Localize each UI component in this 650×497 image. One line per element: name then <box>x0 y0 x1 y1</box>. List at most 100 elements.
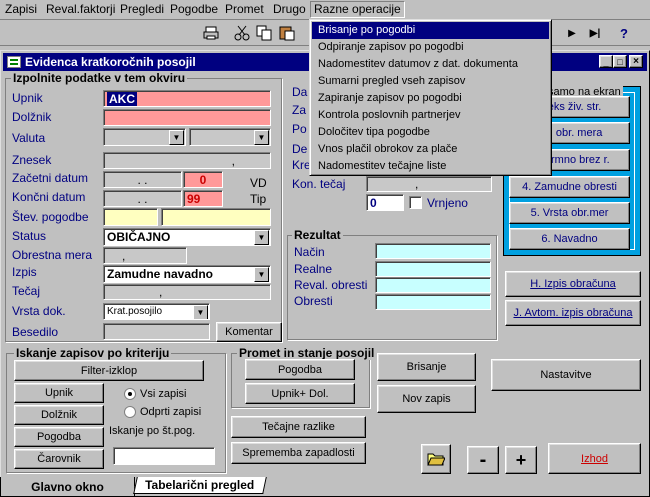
menu-item-brisanje-po-pogodbi[interactable]: Brisanje po pogodbi <box>312 22 549 39</box>
label-besedilo: Besedilo <box>12 325 59 339</box>
cut-icon[interactable] <box>232 23 252 43</box>
upnik-field[interactable]: AKC <box>103 90 271 107</box>
chevron-down-icon[interactable]: ▼ <box>254 267 269 282</box>
promet-title: Promet in stanje posojil <box>237 346 377 360</box>
menu-pogodbe[interactable]: Pogodbe <box>167 2 221 18</box>
next-record-icon[interactable]: ▶ <box>562 23 582 43</box>
zamudne-obresti-button[interactable]: 4. Zamudne obresti <box>509 176 630 198</box>
menu-zapisi[interactable]: Zapisi <box>2 2 40 18</box>
status-select[interactable]: OBIČAJNO ▼ <box>103 228 271 246</box>
open-folder-button[interactable] <box>421 444 451 474</box>
menu-item-nadomestitev-datumov[interactable]: Nadomestitev datumov z dat. dokumenta <box>312 56 549 73</box>
menu-item-vnos-placil[interactable]: Vnos plačil obrokov za plače <box>312 141 549 158</box>
menubar: Zapisi Reval.faktorji Pregledi Pogodbe P… <box>0 0 650 20</box>
chevron-down-icon[interactable]: ▼ <box>254 130 269 145</box>
menu-item-odpiranje[interactable]: Odpiranje zapisov po pogodbi <box>312 39 549 56</box>
tab-glavno-okno[interactable]: Glavno okno <box>0 477 135 497</box>
label-dolznik: Dolžnik <box>12 110 52 124</box>
pogodba-promet-button[interactable]: Pogodba <box>245 359 355 380</box>
zacetni-num-field[interactable]: 0 <box>183 171 223 188</box>
printer-icon[interactable] <box>201 23 221 43</box>
znesek-field[interactable]: , <box>103 152 271 169</box>
reval-obresti-field[interactable] <box>375 277 491 293</box>
izhod-button[interactable]: Izhod <box>548 443 641 474</box>
nacin-field[interactable] <box>375 243 491 259</box>
plus-button[interactable]: + <box>505 446 537 474</box>
label-st-pog: Iskanje po št.pog. <box>109 425 196 437</box>
label-odprti-zapisi: Odprti zapisi <box>140 406 202 418</box>
help-icon[interactable]: ? <box>614 23 634 43</box>
menu-reval-faktorji[interactable]: Reval.faktorji <box>43 2 118 18</box>
maximize-button[interactable]: □ <box>613 55 627 68</box>
st-pog-search-field[interactable] <box>113 447 215 465</box>
nov-zapis-button[interactable]: Nov zapis <box>377 385 476 413</box>
komentar-button[interactable]: Komentar <box>216 322 282 342</box>
valuta2-select[interactable]: ▼ <box>189 128 271 146</box>
vrsta-obr-mer-button[interactable]: 5. Vrsta obr.mer <box>509 202 630 224</box>
tab-tabelaricni-pregled[interactable]: Tabelarični pregled <box>133 477 267 494</box>
menu-promet[interactable]: Promet <box>222 2 267 18</box>
odprti-zapisi-radio[interactable] <box>124 406 136 418</box>
label-kon-tecaj: Kon. tečaj <box>292 177 346 191</box>
label-zacetni-datum: Začetni datum <box>12 171 89 185</box>
label-obresti: Obresti <box>294 294 333 308</box>
minus-button[interactable]: - <box>467 446 499 474</box>
realne-field[interactable] <box>375 261 491 277</box>
koncni-num-field[interactable]: 99 <box>183 190 223 207</box>
vsi-zapisi-radio[interactable] <box>124 388 136 400</box>
upnik-search-button[interactable]: Upnik <box>14 383 104 403</box>
filter-button[interactable]: Filter-izklop <box>14 360 204 381</box>
kon-zero-field[interactable]: 0 <box>366 194 404 211</box>
copy-icon[interactable] <box>254 23 274 43</box>
paste-icon[interactable] <box>277 23 297 43</box>
avtom-izpis-obracuna-button[interactable]: J. Avtom. izpis obračuna <box>505 300 641 326</box>
tecaj-field[interactable]: , <box>103 284 271 300</box>
sprememba-zapadlosti-button[interactable]: Sprememba zapadlosti <box>231 442 366 464</box>
iskanje-title: Iskanje zapisov po kriteriju <box>14 346 172 360</box>
navadno-button[interactable]: 6. Navadno <box>509 228 630 250</box>
menu-item-zapiranje[interactable]: Zapiranje zapisov po pogodbi <box>312 90 549 107</box>
tecajne-razlike-button[interactable]: Tečajne razlike <box>231 416 366 438</box>
menu-item-nadomestitev-tecajne[interactable]: Nadomestitev tečajne liste <box>312 158 549 175</box>
vrnjeno-checkbox[interactable] <box>409 196 422 209</box>
menu-item-dolocitev-tipa[interactable]: Določitev tipa pogodbe <box>312 124 549 141</box>
dolznik-field[interactable] <box>103 109 271 126</box>
obresti-field[interactable] <box>375 294 491 310</box>
minimize-button[interactable]: _ <box>599 55 613 68</box>
besedilo-field[interactable] <box>103 323 210 340</box>
label-vrsta-dok: Vrsta dok. <box>12 304 66 318</box>
upnik-dol-button[interactable]: Upnik+ Dol. <box>245 383 355 404</box>
pogodba-search-button[interactable]: Pogodba <box>14 427 104 447</box>
label-reval-obresti: Reval. obresti <box>294 278 368 292</box>
label-obrestna-mera: Obrestna mera <box>12 248 93 262</box>
close-button[interactable]: × <box>629 55 643 68</box>
label-tecaj: Tečaj <box>12 284 41 298</box>
nastavitve-button[interactable]: Nastavitve <box>491 359 641 391</box>
izpis-obracuna-button[interactable]: H. Izpis obračuna <box>505 271 641 297</box>
kon-tecaj-field[interactable]: , <box>366 176 492 192</box>
last-icon[interactable]: ▶| <box>585 23 605 43</box>
menu-pregledi[interactable]: Pregledi <box>117 2 167 18</box>
menu-razne-operacije[interactable]: Razne operacije <box>310 1 405 18</box>
vrsta-dok-select[interactable]: Krat.posojilo ▼ <box>103 303 210 320</box>
chevron-down-icon[interactable]: ▼ <box>254 230 269 245</box>
chevron-down-icon[interactable]: ▼ <box>169 130 184 145</box>
label-stev-pogodbe: Štev. pogodbe <box>12 210 89 224</box>
obrestna-mera-field[interactable]: , <box>103 247 187 264</box>
stev-pogodbe-field[interactable] <box>103 208 158 226</box>
label-mid-1: Za <box>292 103 307 117</box>
koncni-datum-field[interactable]: . . <box>103 190 182 207</box>
app-icon <box>7 56 21 68</box>
izpis-select[interactable]: Zamudne navadno ▼ <box>103 265 271 283</box>
zacetni-datum-field[interactable]: . . <box>103 171 182 188</box>
dolznik-search-button[interactable]: Dolžnik <box>14 405 104 425</box>
chevron-down-icon[interactable]: ▼ <box>193 305 208 319</box>
label-koncni-datum: Končni datum <box>12 190 86 204</box>
menu-drugo[interactable]: Drugo <box>270 2 309 18</box>
brisanje-button[interactable]: Brisanje <box>377 353 476 381</box>
stev-pogodbe2-field[interactable] <box>161 208 271 226</box>
menu-item-sumarni-pregled[interactable]: Sumarni pregled vseh zapisov <box>312 73 549 90</box>
menu-item-kontrola-partnerjev[interactable]: Kontrola poslovnih partnerjev <box>312 107 549 124</box>
carovnik-button[interactable]: Čarovnik <box>14 449 104 469</box>
valuta-select[interactable]: ▼ <box>103 128 186 146</box>
